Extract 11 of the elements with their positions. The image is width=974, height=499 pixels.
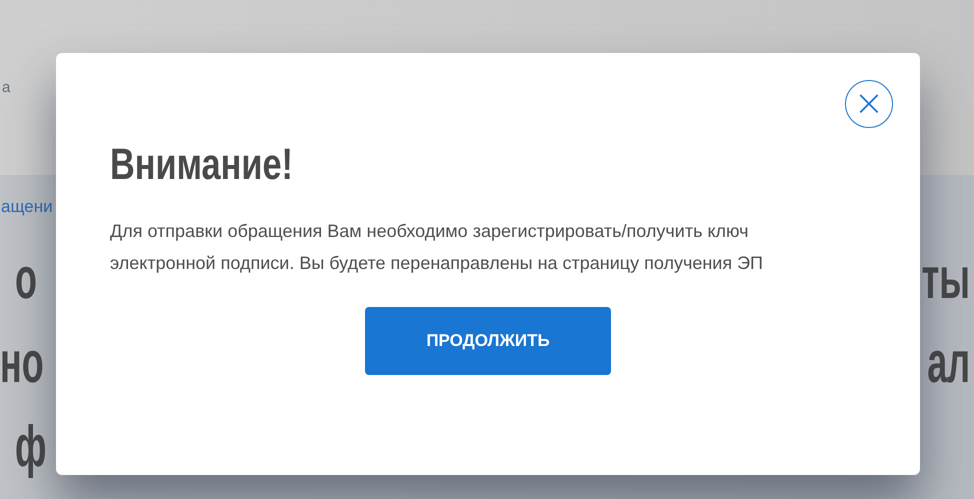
close-button[interactable]: ×: [845, 80, 893, 128]
dialog-message: Для отправки обращения Вам необходимо зарегистрировать/получить ключ электронной подписи. Вы будете перенаправлены на страницу получения ЭП: [110, 220, 764, 275]
heading-text: ф: [15, 417, 46, 481]
heading-text: ты: [922, 249, 970, 313]
heading-text: ал: [927, 333, 970, 397]
heading-text: но: [0, 333, 44, 397]
continue-button[interactable]: ПРОДОЛЖИТЬ: [365, 307, 611, 375]
dialog-title: Внимание!: [110, 141, 293, 189]
header-link[interactable]: а: [2, 79, 10, 96]
breadcrumb-link[interactable]: ащени: [1, 197, 53, 221]
heading-text: о: [15, 249, 37, 313]
